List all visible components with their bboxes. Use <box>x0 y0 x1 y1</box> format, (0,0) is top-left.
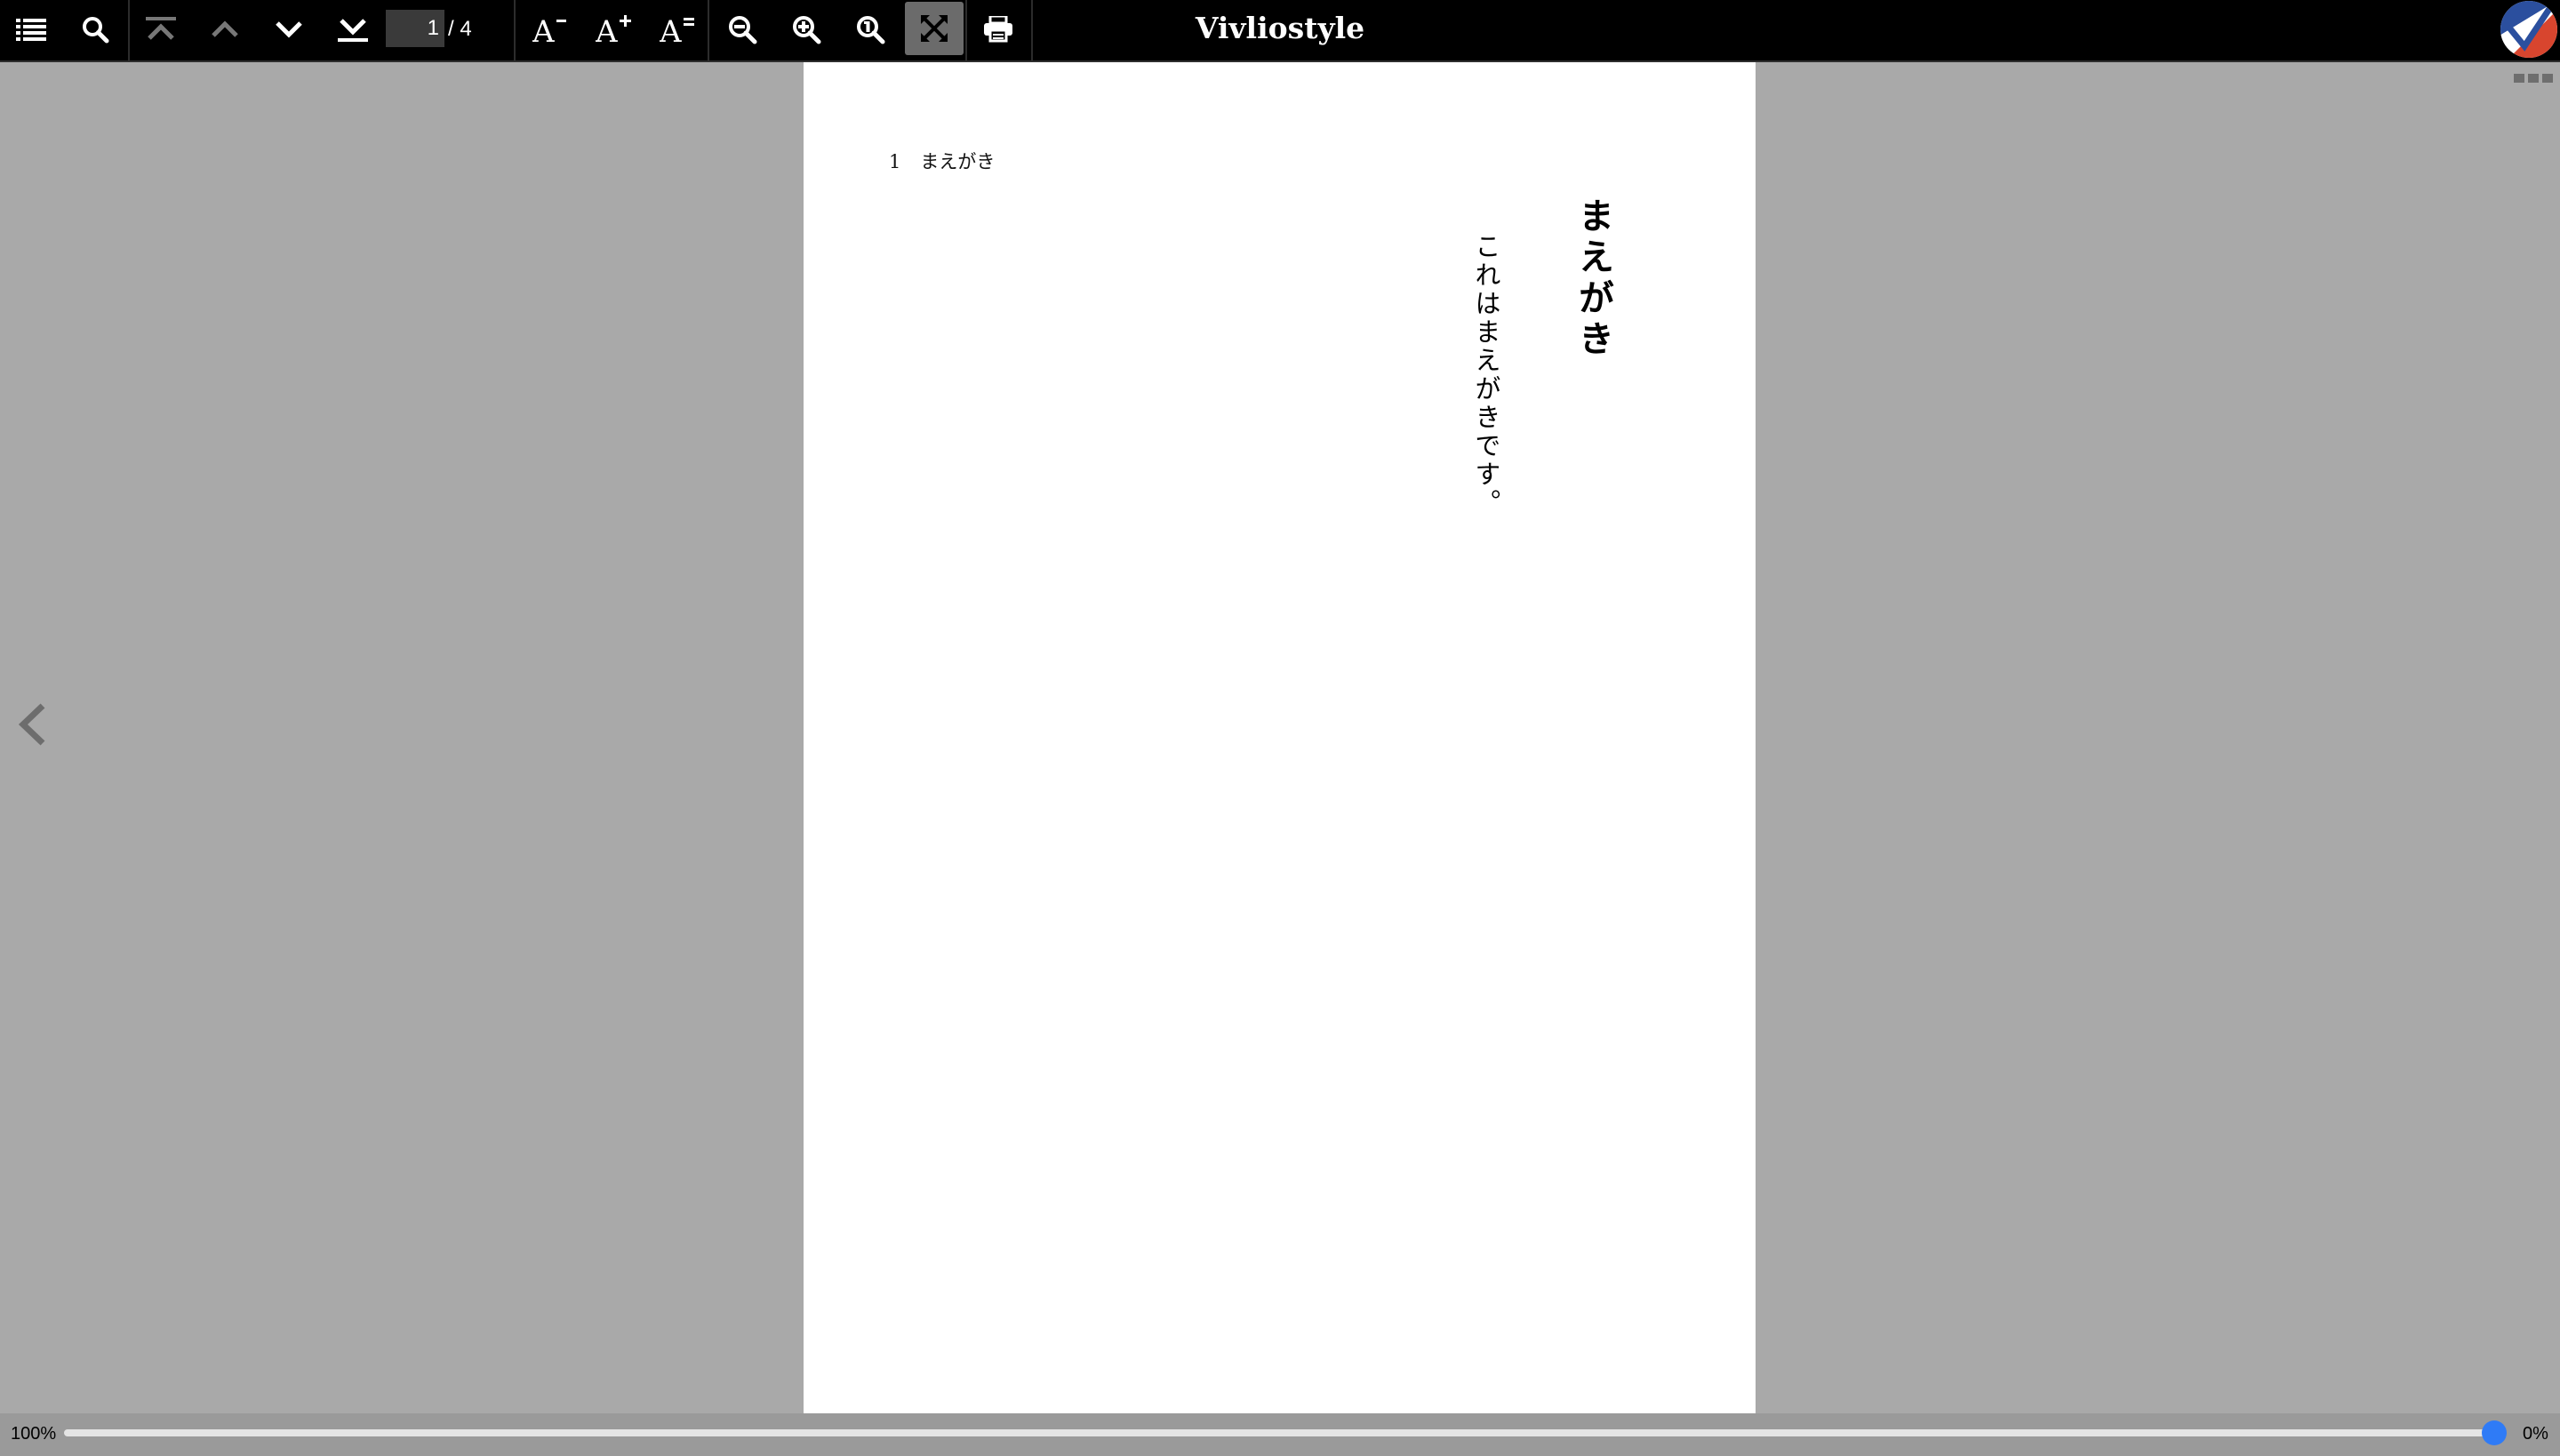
font-size-reset-button[interactable]: A <box>647 0 709 59</box>
font-reset-icon: A <box>660 14 697 44</box>
print-icon <box>983 16 1013 43</box>
font-larger-icon: A <box>596 14 633 44</box>
zoom-in-icon <box>791 14 821 44</box>
zoom-actual-icon <box>855 14 885 44</box>
font-size-decrease-button[interactable]: A <box>519 0 581 59</box>
chevron-up-icon <box>211 20 239 38</box>
fit-to-screen-button[interactable] <box>905 2 964 55</box>
list-icon <box>16 18 46 41</box>
next-page-button[interactable] <box>258 0 320 59</box>
svg-text:A: A <box>660 14 682 44</box>
progress-bar: 100% 0% <box>0 1413 2560 1456</box>
app-title: Vivliostyle <box>1195 11 1365 45</box>
progress-slider-handle[interactable] <box>2482 1420 2507 1445</box>
print-button[interactable] <box>967 0 1029 59</box>
chevron-down-icon <box>275 20 303 38</box>
vivliostyle-logo[interactable] <box>2500 0 2558 59</box>
page-total-label: / 4 <box>448 17 472 41</box>
chapter-title: まえがき <box>1572 197 1613 361</box>
svg-text:A: A <box>596 14 618 44</box>
first-page-icon <box>146 17 176 42</box>
running-head: 1 まえがき <box>889 148 995 174</box>
toolbar-divider <box>514 0 516 60</box>
last-page-button[interactable] <box>322 0 384 59</box>
font-size-increase-button[interactable]: A <box>583 0 645 59</box>
zoom-out-button[interactable] <box>711 0 773 59</box>
toc-button[interactable] <box>0 0 62 59</box>
running-head-page-number: 1 <box>889 151 901 172</box>
last-page-icon <box>338 17 368 42</box>
previous-page-button[interactable] <box>194 0 256 59</box>
vivliostyle-viewer: / 4 A A A <box>0 0 2560 1456</box>
svg-text:A: A <box>532 14 555 44</box>
body-text: これはまえがきです。 <box>1471 233 1501 517</box>
fit-to-screen-icon <box>921 15 948 42</box>
zoom-level: 100% <box>11 1424 57 1444</box>
more-options-icon[interactable] <box>2514 69 2553 83</box>
zoom-out-icon <box>727 14 757 44</box>
progress-track[interactable] <box>64 1429 2503 1436</box>
toolbar-divider <box>708 0 709 60</box>
previous-page-arrow[interactable] <box>16 702 48 747</box>
toolbar: / 4 A A A <box>0 0 2560 62</box>
document-page: 1 まえがき まえがき これはまえがきです。 <box>804 62 1756 1413</box>
zoom-in-button[interactable] <box>775 0 837 59</box>
first-page-button[interactable] <box>130 0 192 59</box>
font-smaller-icon: A <box>532 14 568 44</box>
toolbar-divider <box>1031 0 1033 60</box>
progress-percent: 0% <box>2523 1424 2548 1444</box>
zoom-actual-size-button[interactable] <box>839 0 901 59</box>
chevron-left-icon <box>16 703 48 750</box>
search-button[interactable] <box>64 0 126 59</box>
page-number-input[interactable] <box>386 10 444 47</box>
search-icon <box>81 15 109 44</box>
running-head-title: まえがき <box>920 151 996 172</box>
